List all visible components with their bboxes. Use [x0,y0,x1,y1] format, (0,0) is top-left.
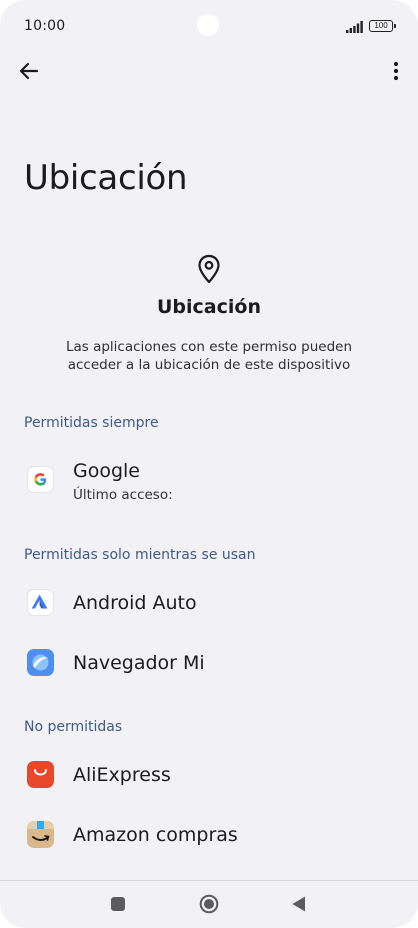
page-title: Ubicación [24,158,188,198]
circle-icon[interactable] [198,893,220,915]
status-bar: 10:00 100 [0,0,418,52]
app-row-google[interactable]: Google Último acceso: [0,450,418,510]
camera-cutout [197,14,219,36]
phone-screen: 10:00 100 Ubicación Ubicación Las aplica… [0,0,418,928]
app-name-navegador-mi: Navegador Mi [73,652,205,674]
arrow-left-icon[interactable] [16,58,42,84]
triangle-back-icon[interactable] [288,893,310,915]
more-vert-icon[interactable] [384,58,408,84]
app-row-amazon[interactable]: Amazon compras [0,806,418,866]
battery-icon: 100 [369,20,396,32]
app-row-navegador-mi[interactable]: Navegador Mi [0,634,418,694]
app-subtitle-google: Último acceso: [73,487,173,503]
google-icon [27,466,54,493]
app-name-amazon: Amazon compras [73,824,238,846]
permission-description: Las aplicaciones con este permiso pueden… [65,339,353,373]
square-icon[interactable] [107,893,129,915]
amazon-icon [27,821,54,848]
app-row-aliexpress[interactable]: AliExpress [0,746,418,806]
section-label-not-allowed: No permitidas [24,719,123,735]
android-auto-icon [27,589,54,616]
app-row-android-auto[interactable]: Android Auto [0,574,418,634]
permission-title: Ubicación [157,296,261,318]
mi-browser-icon [27,649,54,676]
status-time: 10:00 [24,18,66,34]
section-label-while-in-use: Permitidas solo mientras se usan [24,547,256,563]
location-pin-icon [198,254,220,284]
aliexpress-icon [27,761,54,788]
signal-icon [346,21,363,33]
app-name-google: Google [73,460,141,482]
app-name-aliexpress: AliExpress [73,764,171,786]
app-name-android-auto: Android Auto [73,592,197,614]
navigation-bar [0,880,418,928]
section-label-always: Permitidas siempre [24,415,159,431]
